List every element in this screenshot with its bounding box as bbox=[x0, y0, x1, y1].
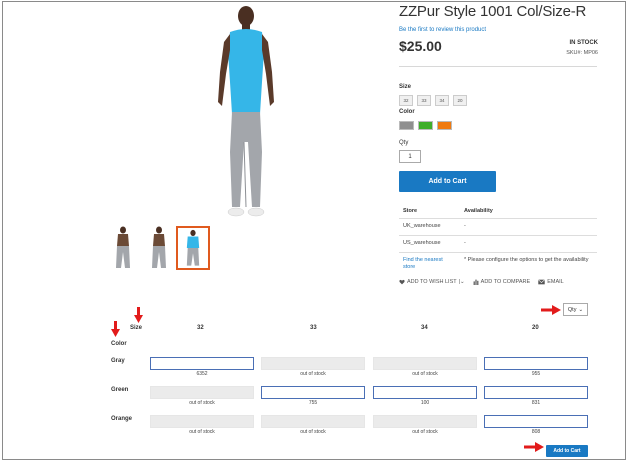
annotation-arrow-right bbox=[541, 305, 561, 315]
qty-label: Qty bbox=[399, 140, 409, 146]
chevron-down-icon: ⌄ bbox=[578, 306, 584, 313]
product-price: $25.00 bbox=[399, 38, 442, 54]
matrix-stock-note: out of stock bbox=[300, 371, 326, 377]
qty-input[interactable]: 1 bbox=[399, 150, 421, 163]
annotation-arrow-right bbox=[524, 442, 544, 452]
store-name: US_warehouse bbox=[403, 240, 441, 246]
compare-icon bbox=[473, 279, 479, 285]
matrix-qty-disabled bbox=[373, 357, 477, 370]
find-nearest-store-link[interactable]: Find the nearest store bbox=[403, 257, 455, 271]
store-row-find: Find the nearest store * Please configur… bbox=[399, 253, 597, 275]
matrix-color-header: Color bbox=[111, 341, 127, 347]
thumbnail-2[interactable] bbox=[142, 226, 176, 270]
matrix-col-header: 33 bbox=[310, 325, 317, 331]
wishlist-label: ADD TO WISH LIST bbox=[407, 279, 457, 285]
matrix-col-header: 20 bbox=[532, 325, 539, 331]
matrix-col-header: 34 bbox=[421, 325, 428, 331]
matrix-qty-select-value: Qty bbox=[567, 306, 577, 313]
store-name: UK_warehouse bbox=[403, 223, 441, 229]
size-swatches: 32 33 34 20 bbox=[399, 95, 467, 106]
matrix-qty-input[interactable] bbox=[484, 415, 588, 428]
matrix-qty-disabled bbox=[150, 386, 254, 399]
stock-status: IN STOCK bbox=[569, 40, 598, 46]
configure-options-note: * Please configure the options to get th… bbox=[464, 257, 589, 263]
thumbnail-1[interactable] bbox=[106, 226, 140, 270]
annotation-arrow-down bbox=[111, 321, 120, 337]
info-divider bbox=[399, 66, 597, 67]
matrix-stock-note: out of stock bbox=[300, 429, 326, 435]
matrix-qty-disabled bbox=[373, 415, 477, 428]
add-to-compare-button[interactable]: ADD TO COMPARE bbox=[473, 279, 531, 285]
size-label: Size bbox=[399, 84, 412, 90]
color-swatches bbox=[399, 121, 452, 130]
thumbnail-3-selected[interactable] bbox=[176, 226, 210, 270]
add-to-cart-button[interactable]: Add to Cart bbox=[399, 171, 496, 192]
matrix-qty-disabled bbox=[150, 415, 254, 428]
store-availability: - bbox=[464, 223, 466, 229]
matrix-size-header: Size bbox=[130, 325, 143, 331]
matrix-qty-input[interactable] bbox=[261, 386, 365, 399]
store-availability-table: Store Availability UK_warehouse - US_war… bbox=[399, 204, 597, 275]
matrix-stock-note: 808 bbox=[531, 429, 541, 435]
annotation-arrow-down bbox=[134, 307, 143, 323]
product-sku: SKU#: MP06 bbox=[566, 50, 598, 56]
matrix-add-to-cart-button[interactable]: Add to Cart bbox=[546, 445, 588, 457]
matrix-stock-note: 6352 bbox=[196, 371, 208, 377]
matrix-qty-input[interactable] bbox=[484, 357, 588, 370]
matrix-stock-note: 955 bbox=[531, 371, 541, 377]
product-title: ZZPur Style 1001 Col/Size-R bbox=[399, 3, 587, 20]
store-row: UK_warehouse - bbox=[399, 219, 597, 236]
color-label: Color bbox=[399, 109, 415, 115]
matrix-row-label: Orange bbox=[111, 416, 133, 422]
email-label: EMAIL bbox=[547, 279, 564, 285]
size-swatch-33[interactable]: 33 bbox=[417, 95, 431, 106]
wishlist-dropdown-icon[interactable]: |⌄ bbox=[459, 279, 465, 285]
matrix-stock-note: 755 bbox=[308, 400, 318, 406]
product-main-image[interactable] bbox=[196, 2, 296, 224]
matrix-stock-note: 831 bbox=[531, 400, 541, 406]
matrix-qty-input[interactable] bbox=[150, 357, 254, 370]
size-swatch-34[interactable]: 34 bbox=[435, 95, 449, 106]
store-availability: - bbox=[464, 240, 466, 246]
matrix-row-label: Green bbox=[111, 387, 129, 393]
matrix-stock-note: out of stock bbox=[412, 429, 438, 435]
envelope-icon bbox=[538, 279, 546, 285]
size-swatch-20[interactable]: 20 bbox=[453, 95, 467, 106]
matrix-stock-note: out of stock bbox=[412, 371, 438, 377]
matrix-qty-disabled bbox=[261, 415, 365, 428]
compare-label: ADD TO COMPARE bbox=[480, 279, 531, 285]
store-row: US_warehouse - bbox=[399, 236, 597, 253]
heart-icon bbox=[399, 279, 405, 285]
add-to-wishlist-button[interactable]: ADD TO WISH LIST |⌄ bbox=[399, 279, 465, 285]
matrix-stock-note: 100 bbox=[420, 400, 430, 406]
color-swatch-green[interactable] bbox=[418, 121, 433, 130]
size-swatch-32[interactable]: 32 bbox=[399, 95, 413, 106]
availability-header: Availability bbox=[464, 208, 493, 214]
product-actions: ADD TO WISH LIST |⌄ ADD TO COMPARE EMAIL bbox=[399, 279, 564, 285]
color-swatch-orange[interactable] bbox=[437, 121, 452, 130]
matrix-qty-input[interactable] bbox=[484, 386, 588, 399]
matrix-qty-disabled bbox=[261, 357, 365, 370]
review-link[interactable]: Be the first to review this product bbox=[399, 27, 486, 33]
email-button[interactable]: EMAIL bbox=[538, 279, 564, 285]
matrix-row-label: Gray bbox=[111, 358, 125, 364]
matrix-col-header: 32 bbox=[197, 325, 204, 331]
color-swatch-gray[interactable] bbox=[399, 121, 414, 130]
store-header: Store bbox=[403, 208, 418, 214]
matrix-qty-input[interactable] bbox=[373, 386, 477, 399]
matrix-stock-note: out of stock bbox=[189, 429, 215, 435]
matrix-stock-note: out of stock bbox=[189, 400, 215, 406]
store-table-header: Store Availability bbox=[399, 204, 597, 219]
matrix-qty-select[interactable]: Qty ⌄ bbox=[563, 303, 588, 316]
